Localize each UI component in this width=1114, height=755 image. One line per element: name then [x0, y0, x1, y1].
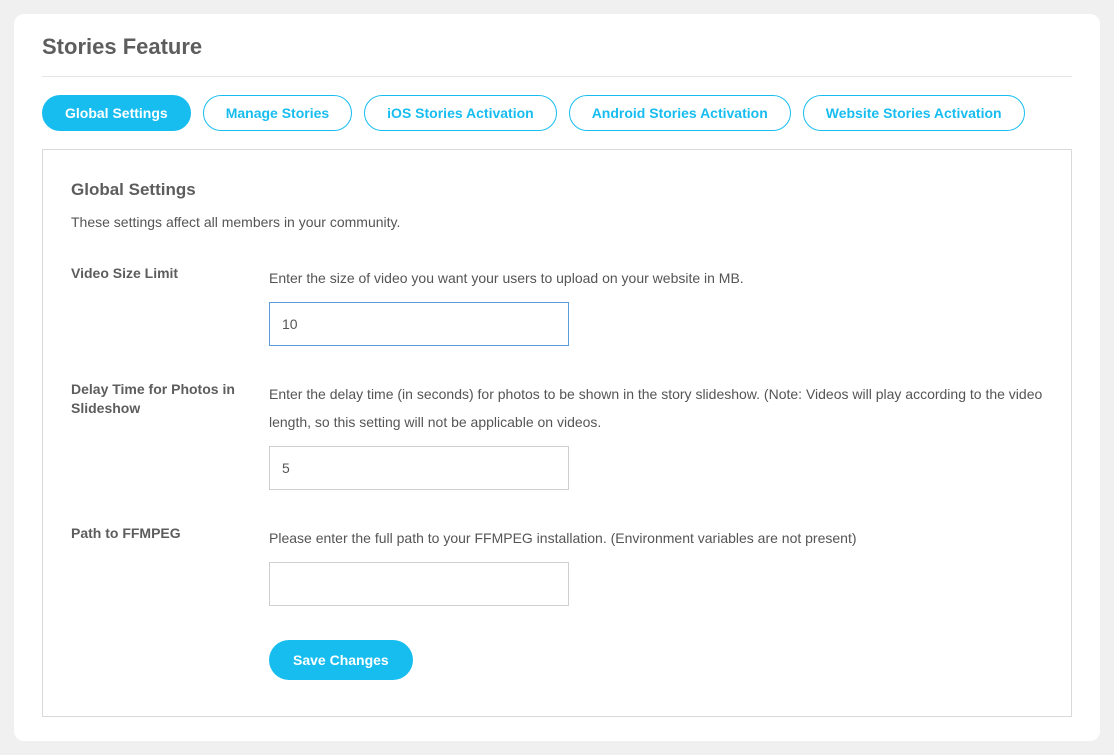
delay-time-input[interactable]	[269, 446, 569, 490]
page-title: Stories Feature	[42, 34, 1072, 77]
save-changes-button[interactable]: Save Changes	[269, 640, 413, 680]
settings-panel: Global Settings These settings affect al…	[42, 149, 1072, 717]
tab-android-activation[interactable]: Android Stories Activation	[569, 95, 791, 131]
tab-website-activation[interactable]: Website Stories Activation	[803, 95, 1025, 131]
tab-global-settings[interactable]: Global Settings	[42, 95, 191, 131]
ffmpeg-path-content: Please enter the full path to your FFMPE…	[269, 524, 1043, 606]
settings-card: Stories Feature Global Settings Manage S…	[14, 14, 1100, 741]
section-title: Global Settings	[71, 180, 1043, 200]
video-size-label: Video Size Limit	[71, 264, 269, 283]
tab-manage-stories[interactable]: Manage Stories	[203, 95, 352, 131]
submit-row: Save Changes	[269, 640, 1043, 680]
delay-time-label: Delay Time for Photos in Slideshow	[71, 380, 269, 418]
video-size-help: Enter the size of video you want your us…	[269, 264, 1043, 292]
delay-time-content: Enter the delay time (in seconds) for ph…	[269, 380, 1043, 490]
delay-time-help: Enter the delay time (in seconds) for ph…	[269, 380, 1043, 436]
ffmpeg-path-label: Path to FFMPEG	[71, 524, 269, 543]
video-size-content: Enter the size of video you want your us…	[269, 264, 1043, 346]
tab-ios-activation[interactable]: iOS Stories Activation	[364, 95, 557, 131]
field-row-delay-time: Delay Time for Photos in Slideshow Enter…	[71, 380, 1043, 490]
video-size-input[interactable]	[269, 302, 569, 346]
ffmpeg-path-help: Please enter the full path to your FFMPE…	[269, 524, 1043, 552]
tabs-container: Global Settings Manage Stories iOS Stori…	[42, 95, 1072, 131]
section-description: These settings affect all members in you…	[71, 214, 1043, 230]
field-row-ffmpeg-path: Path to FFMPEG Please enter the full pat…	[71, 524, 1043, 606]
field-row-video-size: Video Size Limit Enter the size of video…	[71, 264, 1043, 346]
ffmpeg-path-input[interactable]	[269, 562, 569, 606]
